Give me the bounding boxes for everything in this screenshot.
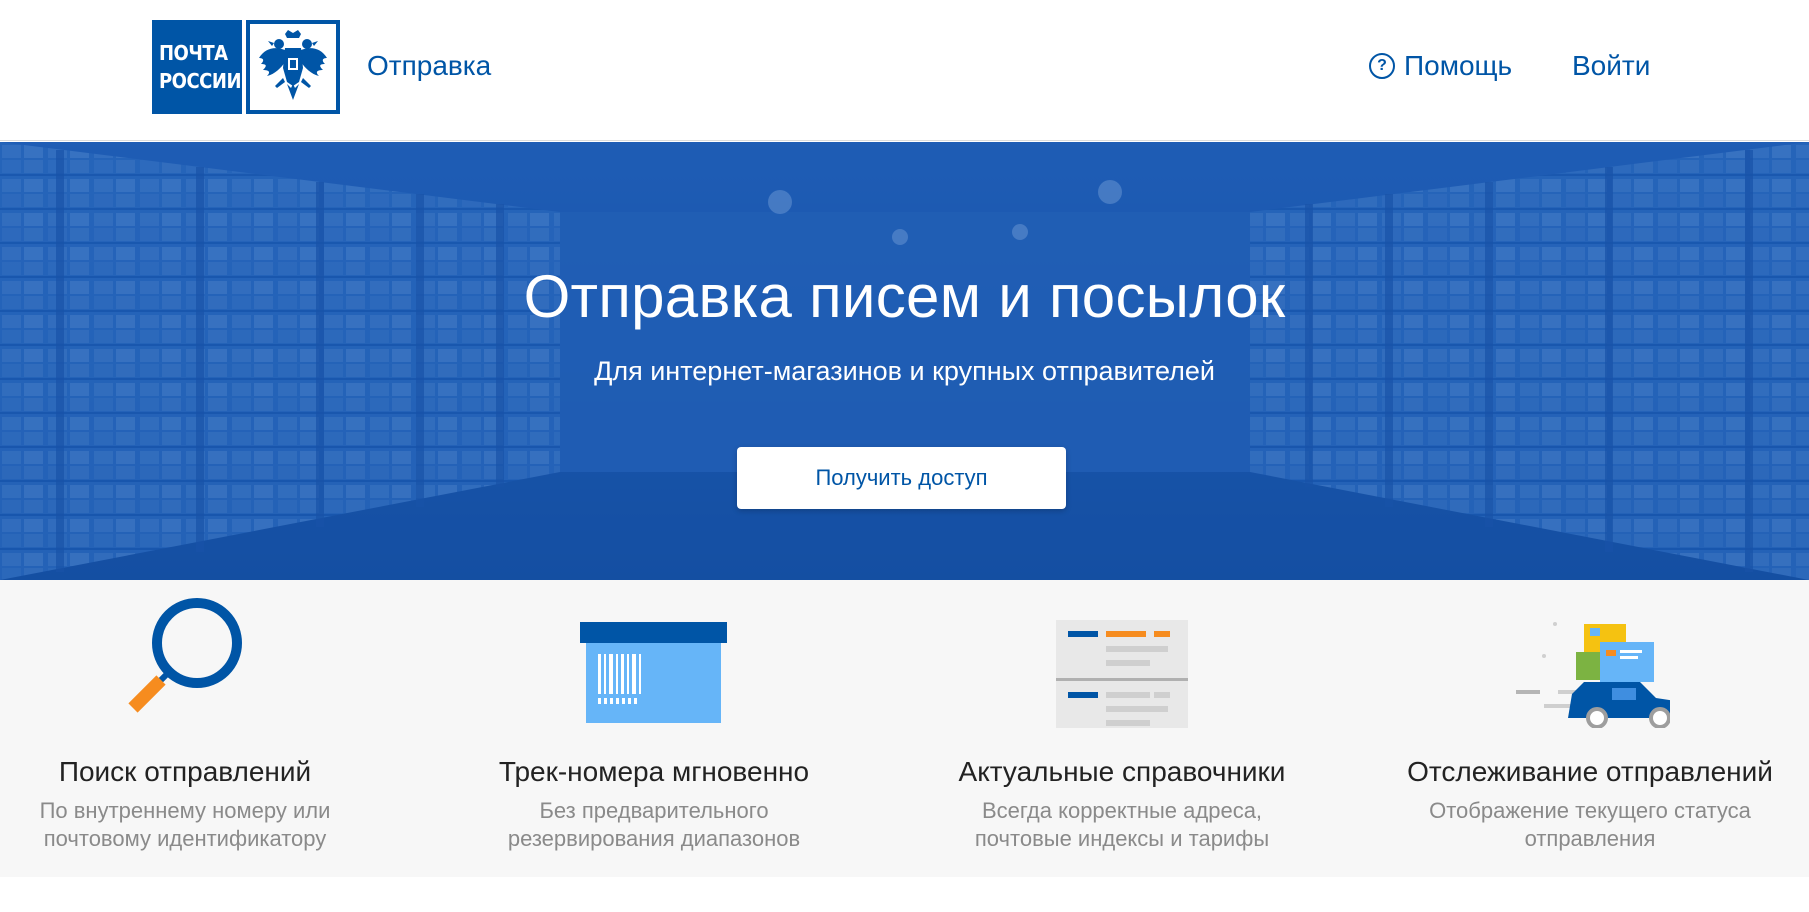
- double-headed-eagle-icon: [246, 20, 340, 114]
- feature-tracking: Отслеживание отправлений Отображение тек…: [1380, 580, 1800, 877]
- logo-wordmark: ПОЧТА РОССИИ: [152, 20, 242, 114]
- feature-description-line: Отображение текущего статуса: [1429, 798, 1751, 823]
- feature-description: Без предварительного резервирования диап…: [444, 797, 864, 853]
- car-with-parcels-icon: [1516, 622, 1670, 728]
- feature-description: По внутреннему номеру или почтовому иден…: [0, 797, 395, 853]
- feature-description-line: резервирования диапазонов: [507, 826, 801, 851]
- feature-references: Актуальные справочники Всегда корректные…: [912, 580, 1332, 877]
- features-section: Поиск отправлений По внутреннему номеру …: [0, 580, 1809, 877]
- reference-document-icon: [1056, 620, 1188, 728]
- feature-description-line: По внутреннему номеру или: [39, 798, 331, 823]
- feature-description-line: почтовому идентификатору: [43, 826, 327, 851]
- get-access-button[interactable]: Получить доступ: [737, 447, 1066, 509]
- nav-send-link[interactable]: Отправка: [367, 50, 491, 82]
- feature-title: Трек-номера мгновенно: [498, 756, 810, 787]
- feature-description: Всегда корректные адреса, почтовые индек…: [912, 797, 1332, 853]
- login-link[interactable]: Войти: [1572, 50, 1650, 82]
- hero-title: Отправка писем и посылок: [523, 263, 1286, 330]
- hero-banner: Отправка писем и посылок Для интернет-ма…: [0, 142, 1809, 580]
- logo-line-1: ПОЧТА: [159, 41, 228, 65]
- feature-description-line: Всегда корректные адреса,: [981, 798, 1263, 823]
- logo-line-2: РОССИИ: [159, 69, 242, 93]
- magnifier-icon: [128, 598, 242, 713]
- feature-description: Отображение текущего статуса отправления: [1380, 797, 1800, 853]
- barcode-box-icon: [580, 622, 727, 723]
- feature-description-line: почтовые индексы и тарифы: [974, 826, 1270, 851]
- feature-description-line: Без предварительного: [539, 798, 769, 823]
- feature-track-numbers: Трек-номера мгновенно Без предварительно…: [444, 580, 864, 877]
- feature-search: Поиск отправлений По внутреннему номеру …: [0, 580, 395, 877]
- site-header: ПОЧТА РОССИИ Отправка ? Помощь Войти: [0, 0, 1809, 141]
- feature-title: Отслеживание отправлений: [1407, 756, 1773, 787]
- help-link[interactable]: ? Помощь: [1369, 50, 1512, 82]
- feature-title: Актуальные справочники: [958, 756, 1286, 787]
- hero-subtitle: Для интернет-магазинов и крупных отправи…: [594, 356, 1215, 386]
- feature-description-line: отправления: [1524, 826, 1656, 851]
- help-label: Помощь: [1404, 50, 1513, 81]
- pochta-rossii-logo[interactable]: ПОЧТА РОССИИ: [152, 20, 340, 114]
- question-circle-icon: ?: [1369, 53, 1395, 79]
- feature-title: Поиск отправлений: [58, 756, 312, 787]
